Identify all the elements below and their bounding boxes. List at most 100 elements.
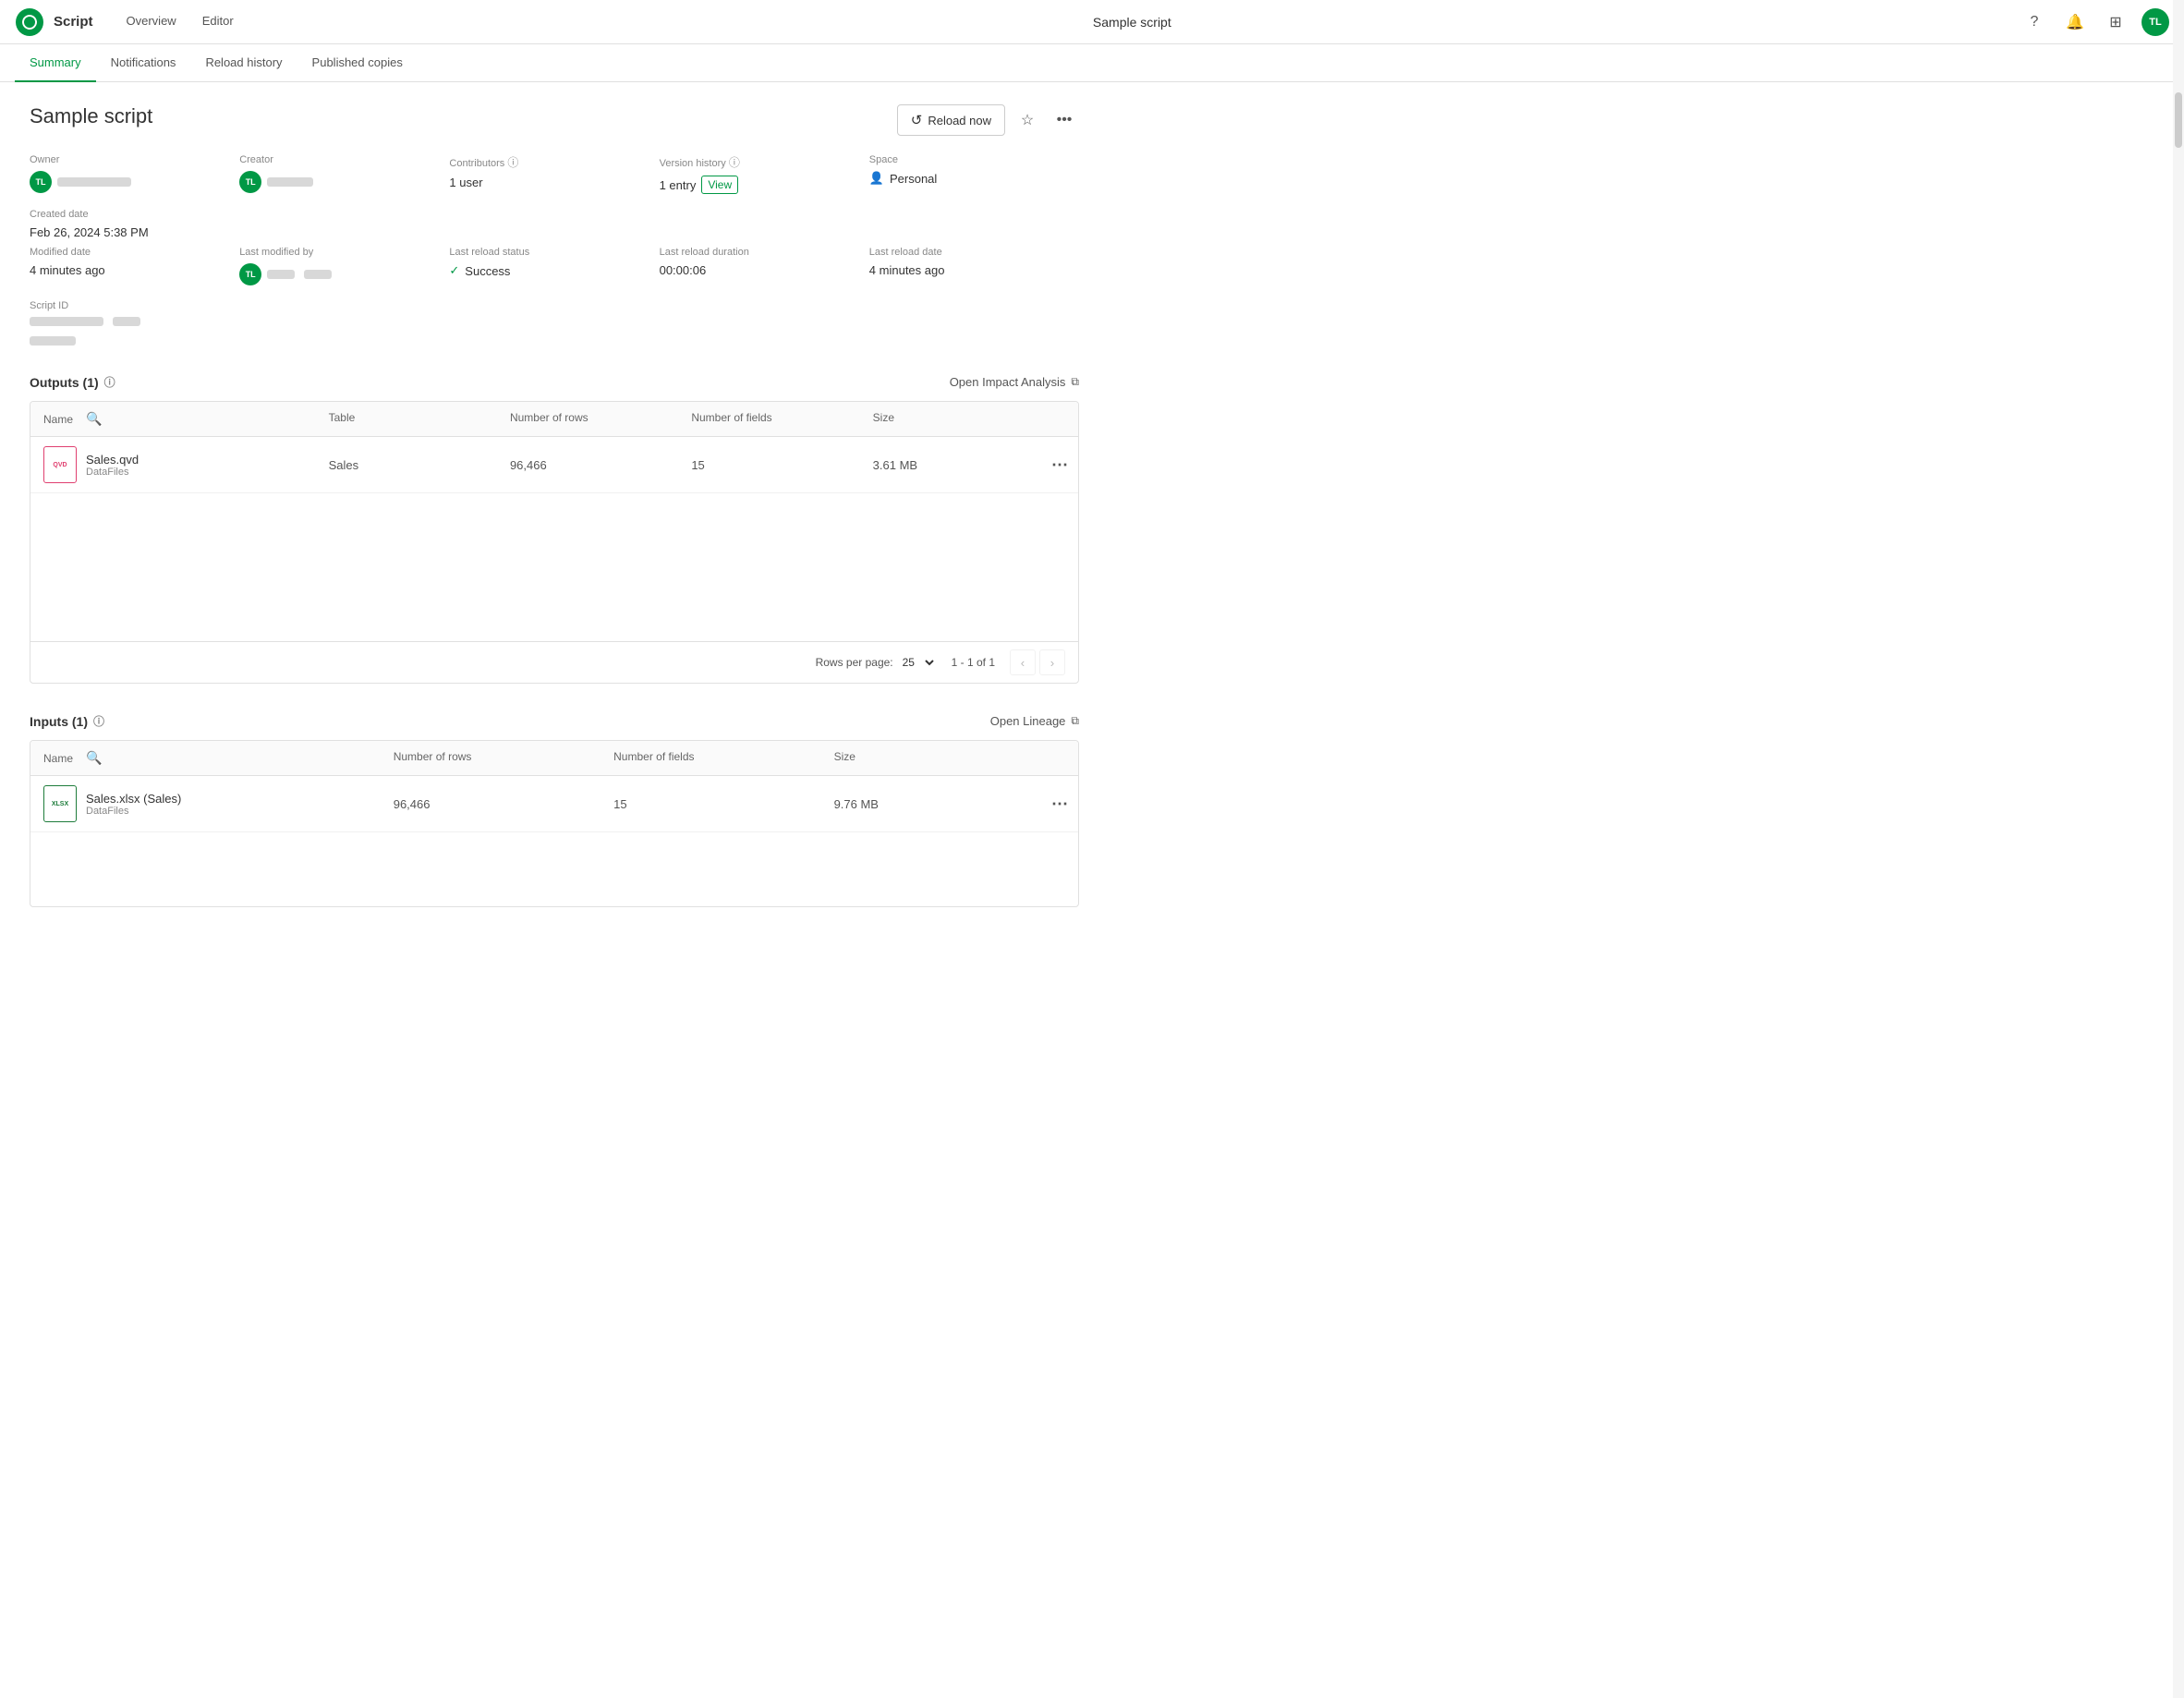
app-name: Script — [54, 14, 93, 30]
open-impact-analysis-button[interactable]: Open Impact Analysis ⧉ — [950, 375, 1079, 389]
star-button[interactable]: ☆ — [1013, 105, 1042, 135]
input-fields-cell: 15 — [601, 788, 820, 820]
meta-version-value: 1 entry View — [660, 176, 869, 194]
script-id-blurred3 — [30, 336, 76, 346]
inputs-col-header-rows: Number of rows — [381, 741, 601, 775]
scrollbar-thumb[interactable] — [2175, 92, 2182, 148]
notifications-bell-button[interactable]: 🔔 — [2060, 7, 2090, 37]
page-title: Sample script — [30, 104, 152, 128]
meta-owner: Owner TL — [30, 154, 239, 194]
last-modified-name-blurred2 — [304, 270, 332, 279]
outputs-title: Outputs (1) ⓘ — [30, 374, 115, 390]
meta-script-id: Script ID — [30, 300, 239, 348]
person-icon: 👤 — [869, 171, 884, 186]
next-page-button[interactable]: › — [1039, 649, 1065, 675]
outputs-section: Outputs (1) ⓘ Open Impact Analysis ⧉ Nam… — [30, 374, 1079, 684]
last-modified-avatar: TL — [239, 263, 261, 285]
help-icon: ? — [2031, 14, 2039, 30]
inputs-info-icon[interactable]: ⓘ — [93, 713, 104, 729]
outputs-table-footer: Rows per page: 25 50 100 1 - 1 of 1 ‹ › — [30, 641, 1078, 683]
meta-reload-duration-value: 00:00:06 — [660, 263, 869, 277]
meta-reload-status: Last reload status ✓ Success — [449, 247, 659, 285]
outputs-section-header: Outputs (1) ⓘ Open Impact Analysis ⧉ — [30, 374, 1079, 390]
inputs-col-header-size: Size — [821, 741, 1041, 775]
rows-per-page-select[interactable]: 25 50 100 — [899, 655, 937, 670]
col-header-rows: Number of rows — [497, 402, 678, 436]
inputs-table-header: Name 🔍 Number of rows Number of fields S… — [30, 741, 1078, 776]
meta-modified-value: 4 minutes ago — [30, 263, 239, 277]
meta-space: Space 👤 Personal — [869, 154, 1079, 194]
center-title: Sample script — [245, 15, 2020, 30]
meta-last-modified-by-value: TL — [239, 263, 449, 285]
tab-reload-history[interactable]: Reload history — [190, 44, 297, 82]
star-icon: ☆ — [1021, 111, 1034, 129]
inputs-title: Inputs (1) ⓘ — [30, 713, 104, 729]
owner-avatar: TL — [30, 171, 52, 193]
col-header-size: Size — [860, 402, 1041, 436]
header-actions: ↺ Reload now ☆ ••• — [897, 104, 1079, 136]
lineage-external-link-icon: ⧉ — [1071, 714, 1079, 728]
meta-created-date: Created date Feb 26, 2024 5:38 PM — [30, 209, 239, 239]
meta-reload-date-value: 4 minutes ago — [869, 263, 1079, 277]
nav-overview[interactable]: Overview — [115, 8, 188, 35]
output-size-cell: 3.61 MB — [860, 449, 1041, 481]
input-row-more-button[interactable]: ⋯ — [1051, 789, 1068, 819]
version-view-link[interactable]: View — [701, 176, 738, 194]
meta-reload-status-value: ✓ Success — [449, 263, 659, 278]
meta-script-id-value — [30, 317, 239, 326]
outputs-info-icon[interactable]: ⓘ — [104, 374, 115, 390]
col-header-fields: Number of fields — [678, 402, 859, 436]
top-navigation: Script Overview Editor Sample script ? 🔔… — [0, 0, 2184, 44]
prev-page-button[interactable]: ‹ — [1010, 649, 1036, 675]
inputs-col-header-action — [1041, 741, 1078, 775]
output-filename: Sales.qvd — [86, 453, 139, 467]
output-row-more-button[interactable]: ⋯ — [1051, 450, 1068, 479]
avatar[interactable]: TL — [2142, 8, 2169, 36]
help-button[interactable]: ? — [2020, 7, 2049, 37]
input-action-cell: ⋯ — [1041, 780, 1078, 828]
owner-name-blurred — [57, 177, 131, 187]
reload-now-button[interactable]: ↺ Reload now — [897, 104, 1005, 136]
col-header-action — [1041, 402, 1078, 436]
tab-published-copies[interactable]: Published copies — [297, 44, 418, 82]
name-search-icon[interactable]: 🔍 — [86, 411, 102, 427]
success-icon: ✓ — [449, 263, 459, 278]
meta-space-value: 👤 Personal — [869, 171, 1079, 186]
inputs-name-search-icon[interactable]: 🔍 — [86, 750, 102, 766]
meta-modified-date: Modified date 4 minutes ago — [30, 247, 239, 285]
meta-contributors: Contributors ⓘ 1 user — [449, 154, 659, 194]
outputs-empty-space — [30, 493, 1078, 641]
meta-info-grid-2: Modified date 4 minutes ago Last modifie… — [30, 247, 1079, 348]
output-action-cell: ⋯ — [1041, 441, 1078, 489]
output-rows-cell: 96,466 — [497, 449, 678, 481]
qvd-file-icon: QVD — [43, 446, 77, 483]
meta-contributors-value: 1 user — [449, 176, 659, 189]
more-options-button[interactable]: ••• — [1050, 105, 1079, 135]
open-lineage-button[interactable]: Open Lineage ⧉ — [990, 714, 1079, 728]
input-rows-cell: 96,466 — [381, 788, 601, 820]
version-info-icon[interactable]: ⓘ — [729, 156, 740, 169]
grid-icon: ⊞ — [2109, 13, 2121, 31]
inputs-section-header: Inputs (1) ⓘ Open Lineage ⧉ — [30, 713, 1079, 729]
contributors-info-icon[interactable]: ⓘ — [507, 156, 518, 169]
tab-summary[interactable]: Summary — [15, 44, 96, 82]
script-header: Sample script ↺ Reload now ☆ ••• — [30, 104, 1079, 136]
top-nav-right: ? 🔔 ⊞ TL — [2020, 7, 2169, 37]
meta-creator-value: TL — [239, 171, 449, 193]
meta-reload-date: Last reload date 4 minutes ago — [869, 247, 1079, 285]
xlsx-file-icon: XLSX — [43, 785, 77, 822]
output-filepath: DataFiles — [86, 467, 139, 478]
top-nav-links: Overview Editor — [115, 8, 245, 35]
nav-editor[interactable]: Editor — [191, 8, 245, 35]
more-icon: ••• — [1057, 112, 1073, 128]
scrollbar[interactable] — [2173, 0, 2184, 1698]
pagination-controls: ‹ › — [1010, 649, 1065, 675]
tab-notifications[interactable]: Notifications — [96, 44, 191, 82]
page-info: 1 - 1 of 1 — [952, 656, 995, 669]
apps-grid-button[interactable]: ⊞ — [2101, 7, 2130, 37]
meta-info-grid: Owner TL Creator TL Contributors ⓘ 1 use… — [30, 154, 1079, 239]
input-filename: Sales.xlsx (Sales) — [86, 792, 181, 806]
qlik-logo — [15, 7, 44, 37]
input-filepath: DataFiles — [86, 806, 181, 817]
inputs-empty-space — [30, 832, 1078, 906]
